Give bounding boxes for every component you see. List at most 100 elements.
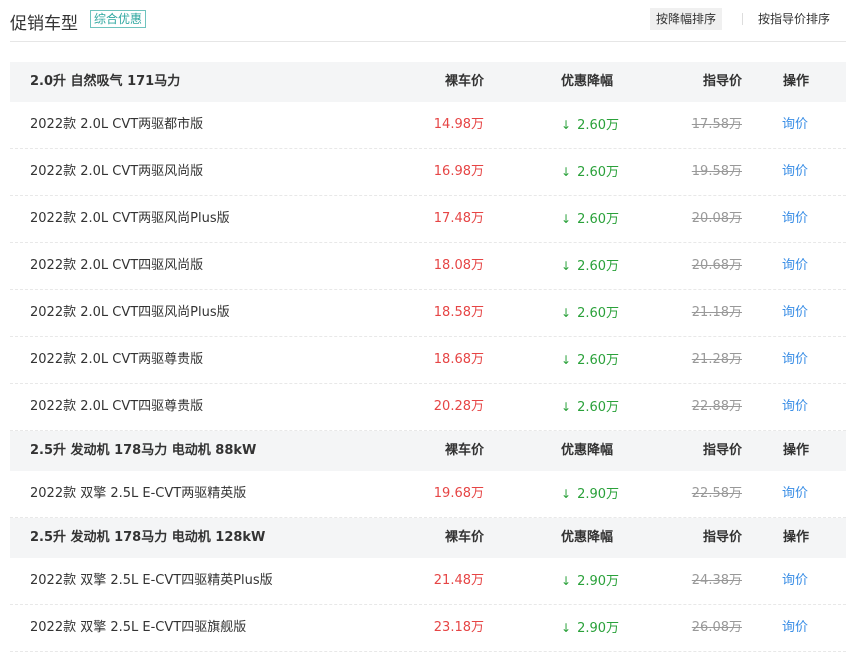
column-discount-header: 优惠降幅: [561, 74, 614, 89]
inquire-link[interactable]: 询价: [782, 290, 808, 336]
model-name: 2022款 2.0L CVT两驱尊贵版: [30, 352, 204, 367]
inquire-link[interactable]: 询价: [782, 196, 808, 242]
bare-price: 21.48万: [433, 573, 484, 588]
model-name: 2022款 2.0L CVT四驱风尚Plus版: [30, 305, 230, 320]
bare-price: 18.08万: [433, 258, 484, 273]
group-header: 2.5升 发动机 178马力 电动机 128kW 裸车价 优惠降幅 指导价 操作: [10, 518, 846, 558]
discount-amount: ↓ 2.60万: [561, 196, 619, 243]
discount-value: 2.90万: [577, 487, 620, 502]
discount-value: 2.60万: [577, 353, 620, 368]
discount-value: 2.90万: [577, 621, 620, 636]
column-guide-header: 指导价: [702, 443, 742, 458]
table-row: 2022款 双擎 2.5L E-CVT四驱旗舰版 23.18万 ↓ 2.90万 26.0…: [10, 605, 846, 652]
table-row: 2022款 2.0L CVT两驱风尚Plus版 17.48万 ↓ 2.60万 20.08…: [10, 196, 846, 243]
bare-price: 16.98万: [433, 164, 484, 179]
guide-price: 21.18万: [691, 305, 742, 320]
guide-price: 24.38万: [691, 573, 742, 588]
guide-price: 19.58万: [691, 164, 742, 179]
section-title: 促销车型: [10, 14, 78, 34]
guide-price: 21.28万: [691, 352, 742, 367]
bare-price: 19.68万: [433, 486, 484, 501]
promo-table: 2.0升 自然吸气 171马力 裸车价 优惠降幅 指导价 操作 2022款 2.0L CV…: [10, 62, 846, 652]
arrow-down-icon: ↓: [561, 353, 572, 367]
arrow-down-icon: ↓: [561, 574, 572, 588]
column-action-header: 操作: [783, 530, 810, 545]
discount-amount: ↓ 2.60万: [561, 384, 619, 431]
bare-price: 18.58万: [433, 305, 484, 320]
column-action-header: 操作: [783, 74, 810, 89]
discount-value: 2.60万: [577, 259, 620, 274]
header-divider: [10, 41, 846, 42]
arrow-down-icon: ↓: [561, 621, 572, 635]
bare-price: 18.68万: [433, 352, 484, 367]
arrow-down-icon: ↓: [561, 259, 572, 273]
sort-by-discount-button[interactable]: 按降幅排序: [650, 8, 723, 30]
discount-amount: ↓ 2.60万: [561, 102, 619, 149]
discount-amount: ↓ 2.60万: [561, 243, 619, 290]
discount-tag: 综合优惠: [90, 10, 147, 28]
table-row: 2022款 2.0L CVT四驱尊贵版 20.28万 ↓ 2.60万 22.88万 询价: [10, 384, 846, 431]
guide-price: 17.58万: [691, 117, 742, 132]
column-price-header: 裸车价: [444, 443, 484, 458]
discount-value: 2.90万: [577, 574, 620, 589]
group-header: 2.0升 自然吸气 171马力 裸车价 优惠降幅 指导价 操作: [10, 62, 846, 102]
bare-price: 17.48万: [433, 211, 484, 226]
table-row: 2022款 双擎 2.5L E-CVT两驱精英版 19.68万 ↓ 2.90万 22.5…: [10, 471, 846, 518]
column-action-header: 操作: [783, 443, 810, 458]
table-row: 2022款 2.0L CVT四驱风尚Plus版 18.58万 ↓ 2.60万 21.18…: [10, 290, 846, 337]
model-name: 2022款 双擎 2.5L E-CVT四驱精英Plus版: [30, 573, 273, 588]
guide-price: 22.58万: [691, 486, 742, 501]
guide-price: 26.08万: [691, 620, 742, 635]
group-title: 2.0升 自然吸气 171马力: [30, 74, 181, 89]
bare-price: 14.98万: [433, 117, 484, 132]
group-title: 2.5升 发动机 178马力 电动机 128kW: [30, 530, 266, 545]
bare-price: 20.28万: [433, 399, 484, 414]
inquire-link[interactable]: 询价: [782, 471, 808, 517]
arrow-down-icon: ↓: [561, 165, 572, 179]
table-row: 2022款 2.0L CVT两驱风尚版 16.98万 ↓ 2.60万 19.58万 询价: [10, 149, 846, 196]
column-guide-header: 指导价: [702, 530, 742, 545]
inquire-link[interactable]: 询价: [782, 558, 808, 604]
discount-value: 2.60万: [577, 212, 620, 227]
table-row: 2022款 2.0L CVT四驱风尚版 18.08万 ↓ 2.60万 20.68万 询价: [10, 243, 846, 290]
discount-amount: ↓ 2.90万: [561, 471, 619, 518]
discount-amount: ↓ 2.90万: [561, 605, 619, 652]
group-title: 2.5升 发动机 178马力 电动机 88kW: [30, 443, 257, 458]
arrow-down-icon: ↓: [561, 118, 572, 132]
sort-divider: [742, 13, 743, 25]
column-discount-header: 优惠降幅: [561, 443, 614, 458]
inquire-link[interactable]: 询价: [782, 102, 808, 148]
column-price-header: 裸车价: [444, 530, 484, 545]
column-price-header: 裸车价: [444, 74, 484, 89]
inquire-link[interactable]: 询价: [782, 384, 808, 430]
model-name: 2022款 2.0L CVT两驱都市版: [30, 117, 204, 132]
table-row: 2022款 双擎 2.5L E-CVT四驱精英Plus版 21.48万 ↓ 2.90万…: [10, 558, 846, 605]
column-discount-header: 优惠降幅: [561, 530, 614, 545]
guide-price: 20.68万: [691, 258, 742, 273]
table-row: 2022款 2.0L CVT两驱都市版 14.98万 ↓ 2.60万 17.58万 询价: [10, 102, 846, 149]
bare-price: 23.18万: [433, 620, 484, 635]
discount-amount: ↓ 2.60万: [561, 290, 619, 337]
inquire-link[interactable]: 询价: [782, 243, 808, 289]
table-row: 2022款 2.0L CVT两驱尊贵版 18.68万 ↓ 2.60万 21.28万 询价: [10, 337, 846, 384]
inquire-link[interactable]: 询价: [782, 605, 808, 651]
discount-value: 2.60万: [577, 165, 620, 180]
model-name: 2022款 双擎 2.5L E-CVT四驱旗舰版: [30, 620, 247, 635]
arrow-down-icon: ↓: [561, 306, 572, 320]
discount-value: 2.60万: [577, 400, 620, 415]
inquire-link[interactable]: 询价: [782, 149, 808, 195]
discount-amount: ↓ 2.60万: [561, 149, 619, 196]
promo-header: 促销车型 综合优惠 按降幅排序 按指导价排序: [0, 0, 852, 42]
discount-amount: ↓ 2.60万: [561, 337, 619, 384]
discount-amount: ↓ 2.90万: [561, 558, 619, 605]
group-header: 2.5升 发动机 178马力 电动机 88kW 裸车价 优惠降幅 指导价 操作: [10, 431, 846, 471]
discount-value: 2.60万: [577, 306, 620, 321]
arrow-down-icon: ↓: [561, 487, 572, 501]
model-name: 2022款 2.0L CVT两驱风尚版: [30, 164, 204, 179]
arrow-down-icon: ↓: [561, 400, 572, 414]
sort-by-guide-button[interactable]: 按指导价排序: [752, 8, 836, 30]
arrow-down-icon: ↓: [561, 212, 572, 226]
discount-value: 2.60万: [577, 118, 620, 133]
model-name: 2022款 2.0L CVT四驱风尚版: [30, 258, 204, 273]
inquire-link[interactable]: 询价: [782, 337, 808, 383]
